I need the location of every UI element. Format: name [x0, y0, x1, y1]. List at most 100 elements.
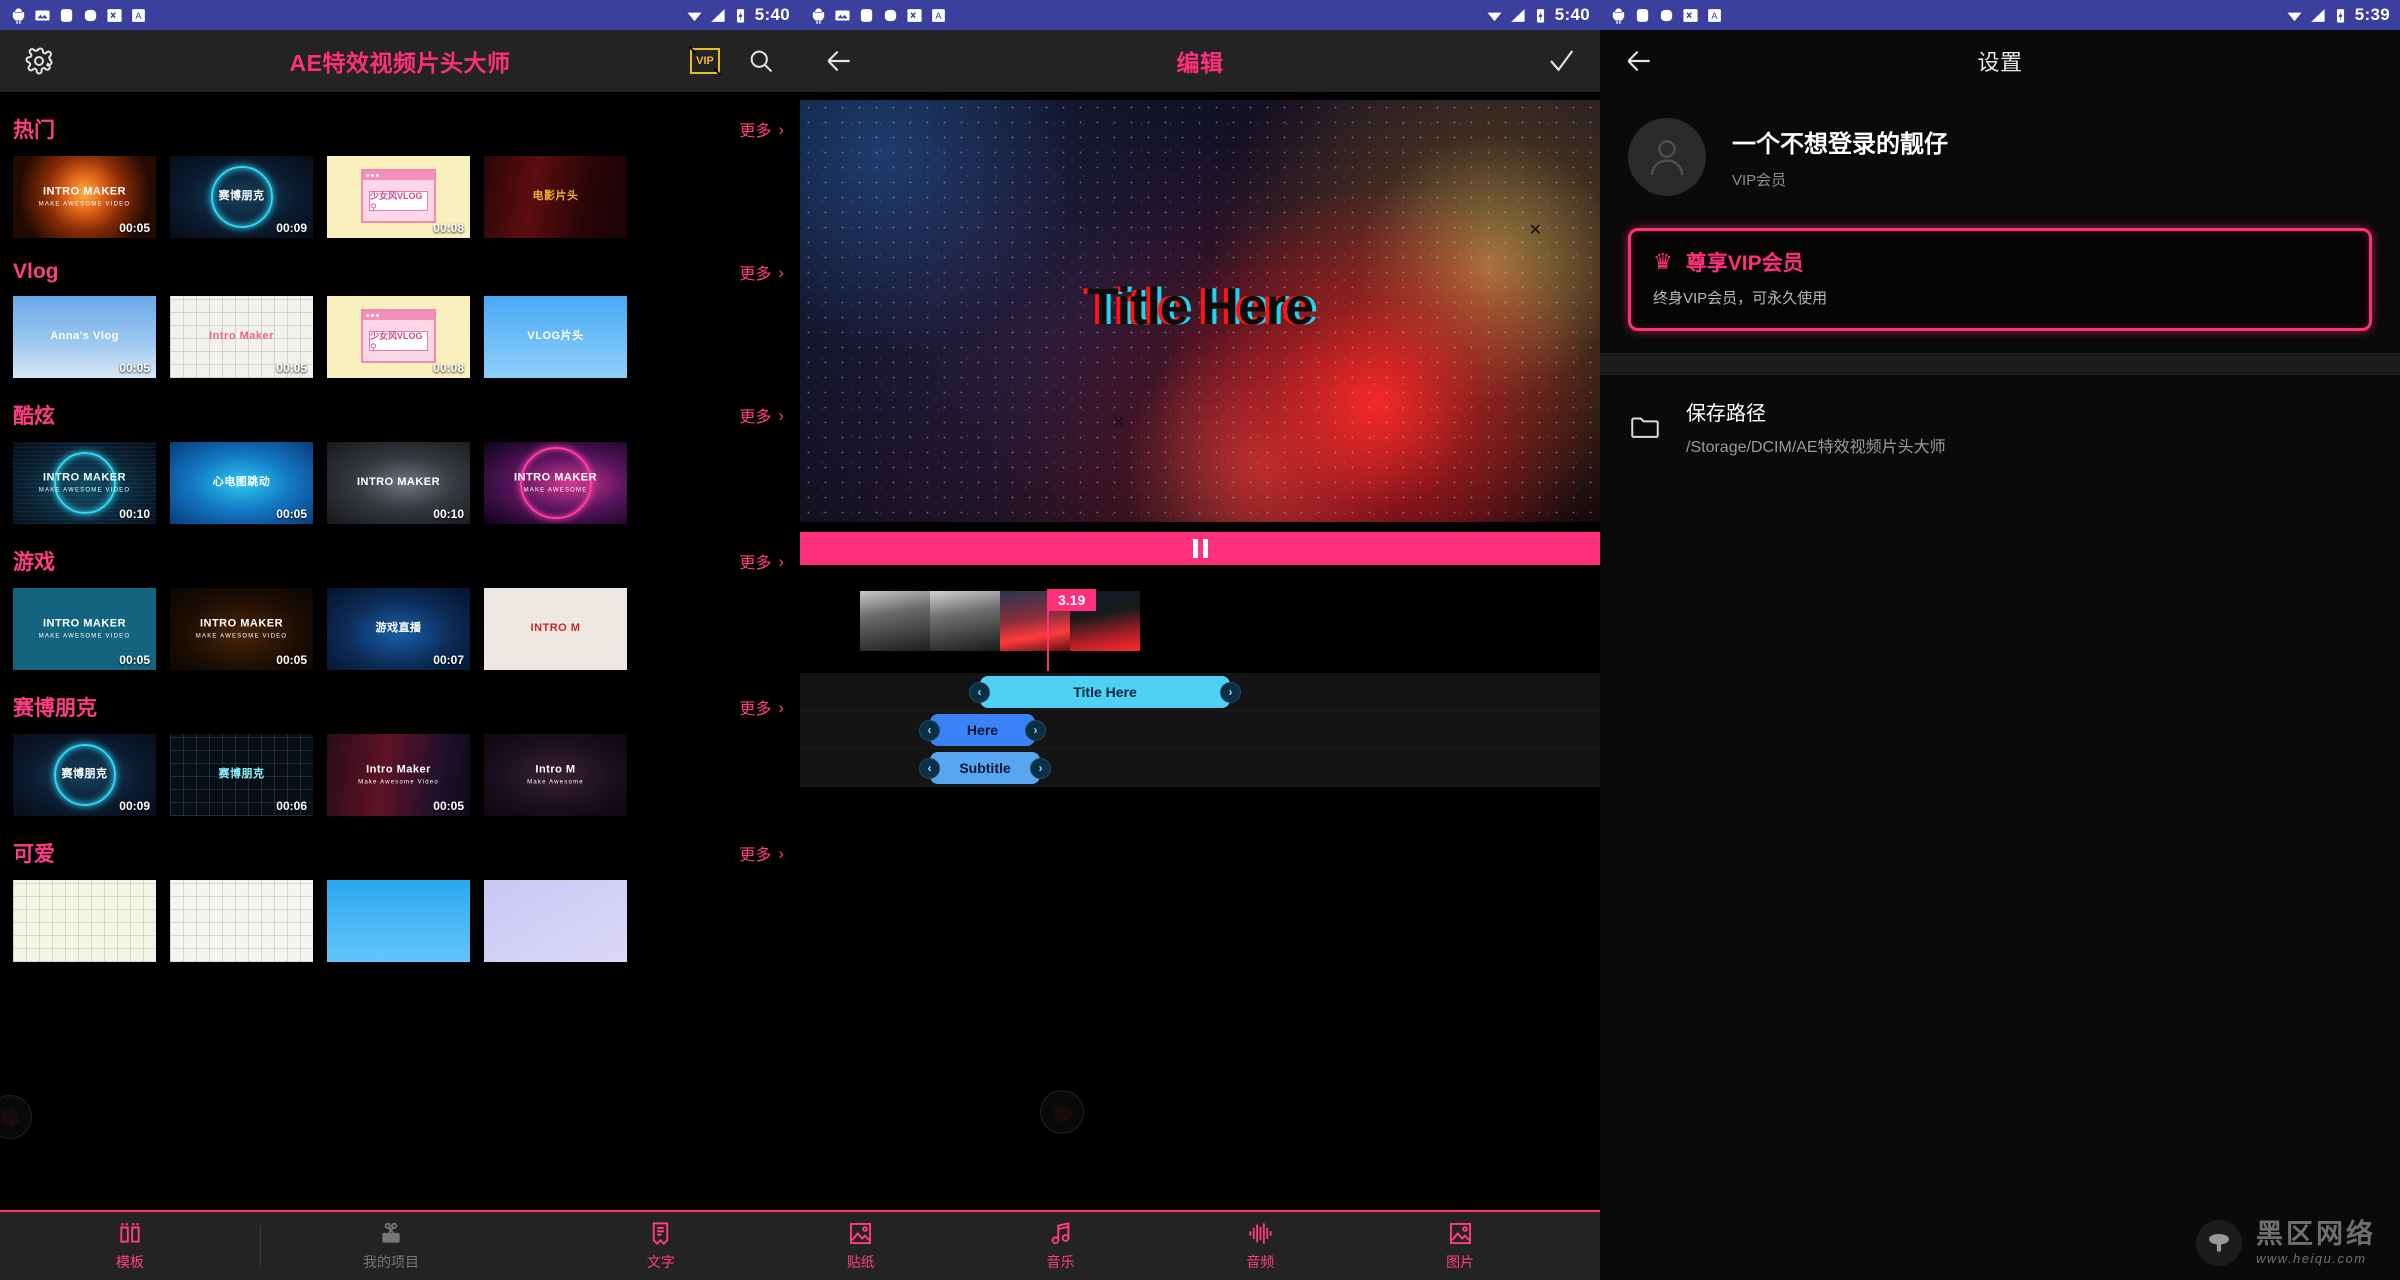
track-row[interactable]: ‹ Subtitle › — [800, 749, 1600, 787]
save-path-row[interactable]: 保存路径 /Storage/DCIM/AE特效视频片头大师 — [1600, 375, 2400, 479]
category-more-button[interactable]: 更多 › — [739, 117, 784, 141]
template-thumbnail[interactable]: 赛博朋克 00:06 — [170, 734, 313, 816]
back-button[interactable] — [822, 44, 856, 78]
template-thumbnail[interactable]: INTRO MAKER MAKE AWESOME VIDEO 00:05 — [13, 156, 156, 238]
chevron-right-icon: › — [778, 697, 784, 717]
template-thumbnail[interactable]: 电影片头 — [484, 156, 627, 238]
category-more-button[interactable]: 更多 › — [739, 549, 784, 573]
templates-scroll-area[interactable]: 热门 更多 › INTRO MAKER MAKE AWESOME VIDEO 00:05 赛… — [0, 92, 800, 1210]
template-thumbnail[interactable]: Intro Maker Make Awesome Video 00:05 — [327, 734, 470, 816]
battery-icon — [1536, 8, 1544, 23]
window-decor: 少女风VLOG ⚲ — [361, 169, 436, 224]
chevron-right-icon: › — [778, 119, 784, 139]
template-thumbnail[interactable]: 心电图跳动 00:05 — [170, 442, 313, 524]
video-track-frames[interactable] — [800, 591, 1600, 651]
play-pause-bar[interactable] — [800, 532, 1600, 565]
template-thumbnail[interactable]: INTRO MAKER MAKE AWESOME — [484, 442, 627, 524]
avatar — [1628, 118, 1706, 196]
signal-icon — [1510, 8, 1525, 22]
timeline[interactable]: 3.19 ‹ Title Here › ‹ Here › ‹ Subtitle … — [800, 565, 1600, 787]
track-row[interactable]: ‹ Here › — [800, 711, 1600, 749]
more-label: 更多 — [739, 847, 772, 864]
confirm-button[interactable] — [1544, 44, 1578, 78]
watermark-name: 黑区网络 — [2256, 1218, 2376, 1249]
template-thumbnail[interactable]: Intro Maker 00:05 — [170, 296, 313, 378]
category-row[interactable]: INTRO MAKER MAKE AWESOME VIDEO 00:05 INTRO … — [0, 588, 800, 670]
vip-button[interactable]: VIP — [688, 44, 722, 78]
template-thumbnail[interactable]: INTRO M — [484, 588, 627, 670]
category-more-button[interactable]: 更多 › — [739, 403, 784, 427]
template-thumbnail[interactable] — [484, 880, 627, 962]
nav-item-music[interactable]: 音乐 — [1025, 1220, 1095, 1272]
grid-decor — [13, 880, 156, 962]
template-thumbnail[interactable]: INTRO MAKER 00:10 — [327, 442, 470, 524]
clip-handle-left-icon[interactable]: ‹ — [919, 719, 940, 741]
thumbnail-duration: 00:05 — [433, 799, 464, 813]
status-time: 5:39 — [2354, 5, 2390, 24]
video-preview[interactable]: Title Here ✕ ✕ — [800, 92, 1600, 532]
template-thumbnail[interactable]: VLOG片头 — [484, 296, 627, 378]
chevron-right-icon: › — [778, 262, 784, 282]
category-row[interactable]: INTRO MAKER MAKE AWESOME VIDEO 00:10 心电图跳动 0… — [0, 442, 800, 524]
settings-button[interactable] — [22, 44, 56, 78]
thumbnail-label: Anna's Vlog — [50, 330, 119, 343]
category-row[interactable] — [0, 880, 800, 962]
template-thumbnail[interactable]: INTRO MAKER MAKE AWESOME VIDEO 00:05 — [13, 588, 156, 670]
settings-title: 设置 — [1977, 50, 2023, 75]
app-icon — [1636, 8, 1649, 22]
thumbnail-duration: 00:09 — [276, 221, 307, 235]
profile-membership: VIP会员 — [1732, 172, 1787, 189]
android-icon — [1612, 7, 1625, 24]
mushroom-glyph-icon — [2209, 1234, 2229, 1252]
template-thumbnail[interactable]: 游戏直播 00:07 — [327, 588, 470, 670]
template-thumbnail[interactable]: 少女风VLOG ⚲ 00:08 — [327, 156, 470, 238]
category-row[interactable]: 赛博朋克 00:09 赛博朋克 00:06 Intro Maker Make Awesom… — [0, 734, 800, 816]
clip-handle-left-icon[interactable]: ‹ — [969, 681, 990, 703]
category-row[interactable]: INTRO MAKER MAKE AWESOME VIDEO 00:05 赛博朋克 00… — [0, 156, 800, 238]
clip-handle-left-icon[interactable]: ‹ — [919, 757, 940, 779]
template-thumbnail[interactable] — [327, 880, 470, 962]
status-bar-left: A 5:40 — [0, 0, 800, 30]
more-label: 更多 — [739, 701, 772, 718]
template-thumbnail[interactable]: Anna's Vlog 00:05 — [13, 296, 156, 378]
thumbnail-label: INTRO MAKER MAKE AWESOME — [484, 471, 627, 494]
timeline-clip[interactable]: ‹ Title Here › — [969, 676, 1241, 708]
clip-handle-right-icon[interactable]: › — [1220, 681, 1241, 703]
template-thumbnail[interactable]: 赛博朋克 00:09 — [13, 734, 156, 816]
profile-row[interactable]: 一个不想登录的靓仔 VIP会员 — [1600, 92, 2400, 226]
category-header: 游戏 更多 › — [0, 536, 800, 588]
nav-item-templates[interactable]: 模板 — [95, 1221, 165, 1272]
nav-item-sticker[interactable]: 贴纸 — [826, 1220, 896, 1272]
nav-item-my-projects[interactable]: 我的项目 — [356, 1221, 426, 1272]
settings-back-button[interactable] — [1622, 44, 1656, 78]
search-button[interactable] — [744, 44, 778, 78]
nav-item-image[interactable]: 图片 — [1425, 1220, 1495, 1272]
template-thumbnail[interactable]: 赛博朋克 00:09 — [170, 156, 313, 238]
clip-handle-right-icon[interactable]: › — [1030, 757, 1051, 779]
person-icon — [1650, 140, 1684, 176]
thumbnail-label: INTRO MAKER MAKE AWESOME VIDEO — [13, 471, 156, 494]
category-row[interactable]: Anna's Vlog 00:05 Intro Maker 00:05 少女风VLOG … — [0, 296, 800, 378]
clip-label: Here — [966, 722, 999, 738]
category-more-button[interactable]: 更多 › — [739, 841, 784, 865]
more-label: 更多 — [739, 409, 772, 426]
timeline-clip[interactable]: ‹ Subtitle › — [919, 752, 1051, 784]
nav-item-text[interactable]: 文字 — [626, 1220, 696, 1272]
template-thumbnail[interactable]: INTRO MAKER MAKE AWESOME VIDEO 00:05 — [170, 588, 313, 670]
template-thumbnail[interactable]: 少女风VLOG ⚲ 00:08 — [327, 296, 470, 378]
template-thumbnail[interactable] — [13, 880, 156, 962]
save-path-value: /Storage/DCIM/AE特效视频片头大师 — [1686, 439, 1946, 456]
category-more-button[interactable]: 更多 › — [739, 260, 784, 284]
category-more-button[interactable]: 更多 › — [739, 695, 784, 719]
template-thumbnail[interactable] — [170, 880, 313, 962]
template-thumbnail[interactable]: INTRO MAKER MAKE AWESOME VIDEO 00:10 — [13, 442, 156, 524]
status-bar-icons: A — [10, 7, 147, 24]
clip-handle-right-icon[interactable]: › — [1025, 719, 1046, 741]
template-thumbnail[interactable]: Intro M Make Awesome — [484, 734, 627, 816]
timeline-clip[interactable]: ‹ Here › — [919, 714, 1046, 746]
track-row[interactable]: ‹ Title Here › — [800, 673, 1600, 711]
folder-icon — [1631, 417, 1659, 438]
nav-item-audio[interactable]: 音频 — [1225, 1220, 1295, 1272]
nav-label: 我的项目 — [363, 1253, 419, 1270]
vip-card[interactable]: ♛ 尊享VIP会员 终身VIP会员，可永久使用 — [1628, 228, 2372, 331]
